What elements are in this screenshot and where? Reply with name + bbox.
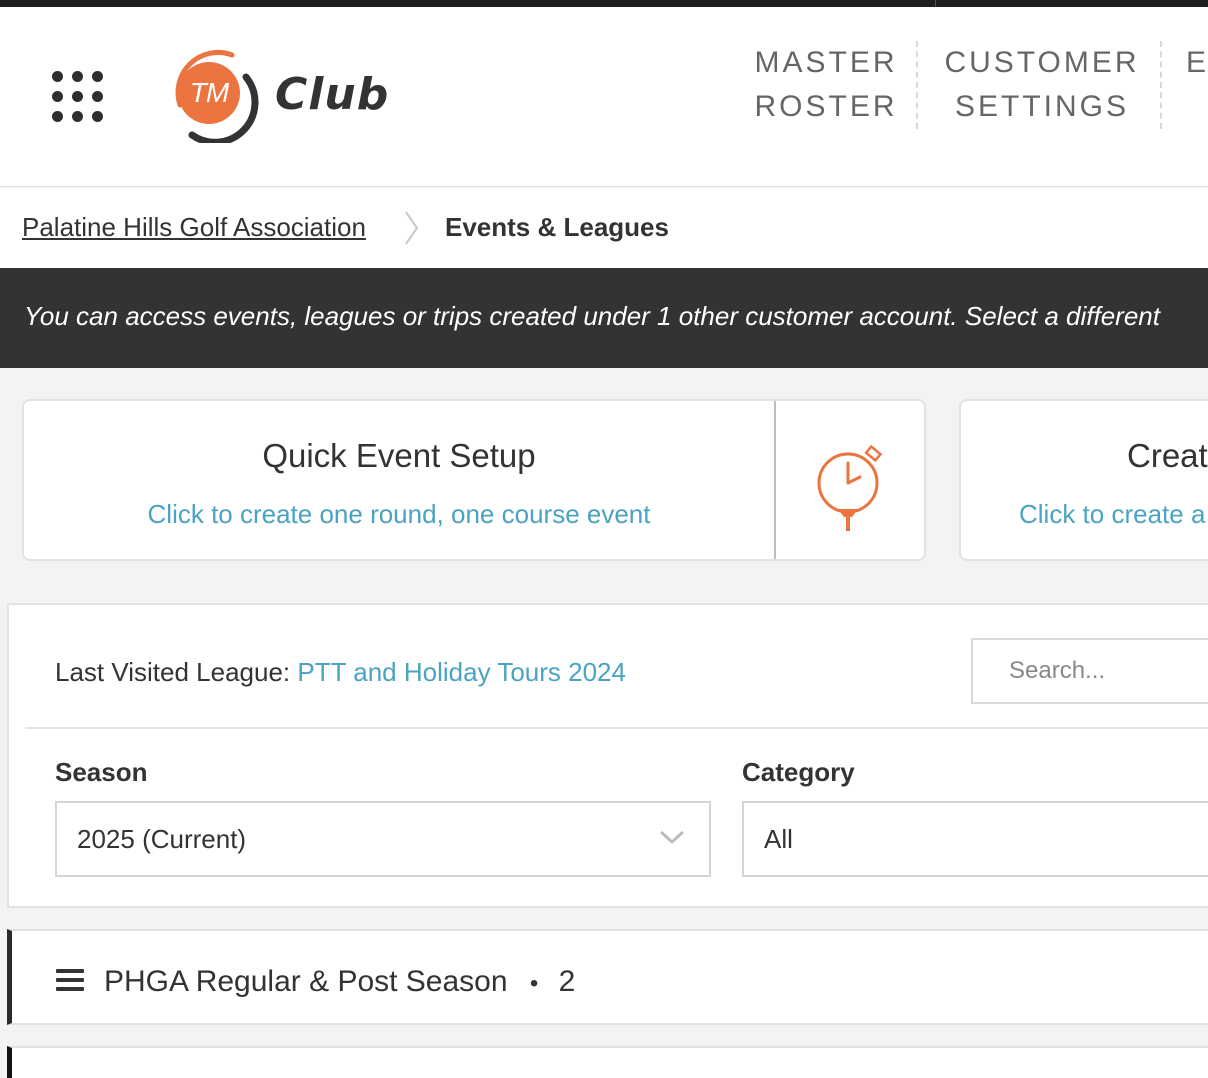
nav-label-line1: MASTER xyxy=(754,46,898,79)
banner-text: You can access events, leagues or trips … xyxy=(24,301,1160,331)
stopwatch-golf-tee-icon xyxy=(817,444,883,531)
next-group-row[interactable] xyxy=(7,1046,1208,1078)
nav-divider xyxy=(916,41,918,129)
account-notice-banner: You can access events, leagues or trips … xyxy=(0,268,1208,368)
nav-label-line1: CUSTOMER xyxy=(944,46,1140,79)
card-subtitle: Click to create one round, one course ev… xyxy=(147,499,651,529)
league-group-title: PHGA Regular & Post Season • 2 xyxy=(104,965,575,999)
panel-divider xyxy=(25,727,1208,729)
group-count: 2 xyxy=(558,965,576,998)
top-window-strip xyxy=(0,0,1208,7)
nav-divider xyxy=(1160,41,1162,129)
chevron-down-icon xyxy=(659,830,685,845)
breadcrumb-current: Events & Leagues xyxy=(445,212,669,242)
nav-master-roster[interactable]: MASTER ROSTER xyxy=(752,41,900,136)
filter-panel: Last Visited League: PTT and Holiday Tou… xyxy=(7,603,1208,908)
app-launcher-grid-icon[interactable] xyxy=(52,71,104,123)
quick-event-setup-card[interactable]: Quick Event Setup Click to create one ro… xyxy=(22,399,926,561)
breadcrumb: Palatine Hills Golf Association Events &… xyxy=(0,188,1208,268)
search-box xyxy=(971,638,1208,704)
app-header: TM Club MASTER ROSTER CUSTOMER SETTINGS … xyxy=(0,7,1208,187)
logo-badge: TM xyxy=(178,62,240,124)
category-select[interactable]: All xyxy=(742,801,1208,877)
logo-name: Club xyxy=(275,69,390,120)
last-visited-label: Last Visited League: xyxy=(55,657,291,687)
season-select[interactable]: 2025 (Current) xyxy=(55,801,711,877)
breadcrumb-parent-link[interactable]: Palatine Hills Golf Association xyxy=(22,212,366,243)
group-bullet: • xyxy=(529,970,539,997)
strip-divider xyxy=(935,0,936,7)
hamburger-menu-icon[interactable] xyxy=(56,969,84,991)
card-divider xyxy=(774,401,776,559)
last-visited-league-link[interactable]: PTT and Holiday Tours 2024 xyxy=(297,657,626,687)
card-title: Creat xyxy=(1127,437,1208,474)
category-select-value: All xyxy=(764,824,793,854)
nav-label-line1: E xyxy=(1186,46,1208,79)
league-group-row[interactable]: PHGA Regular & Post Season • 2 xyxy=(7,929,1208,1025)
card-subtitle: Click to create a xyxy=(1019,499,1206,529)
category-label: Category xyxy=(742,757,855,787)
nav-label-line2: SETTINGS xyxy=(954,90,1129,123)
create-event-card[interactable]: Creat Click to create a xyxy=(959,399,1208,561)
group-title-text: PHGA Regular & Post Season xyxy=(104,965,508,998)
season-select-value: 2025 (Current) xyxy=(77,824,247,854)
search-input[interactable] xyxy=(973,640,1208,702)
season-label: Season xyxy=(55,757,148,787)
nav-customer-settings[interactable]: CUSTOMER SETTINGS xyxy=(944,41,1140,136)
quick-event-text-area: Quick Event Setup Click to create one ro… xyxy=(24,401,774,559)
nav-item-truncated[interactable]: E xyxy=(1186,41,1208,136)
last-visited-league: Last Visited League: PTT and Holiday Tou… xyxy=(55,657,626,688)
breadcrumb-chevron-icon xyxy=(405,211,419,245)
tm-club-logo[interactable]: TM Club xyxy=(162,43,388,143)
card-title: Quick Event Setup xyxy=(262,437,536,474)
nav-label-line2: ROSTER xyxy=(754,90,898,123)
